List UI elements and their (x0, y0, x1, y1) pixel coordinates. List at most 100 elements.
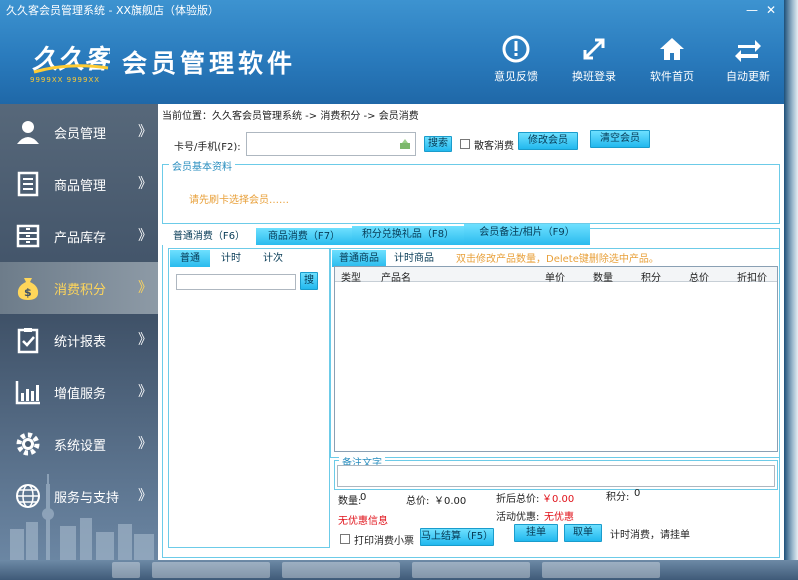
total-label: 总价: (406, 496, 430, 507)
chevron-right-icon: 》 (138, 332, 152, 348)
money-bag-icon: $ (17, 278, 39, 300)
qty-value: 0 (360, 492, 367, 503)
tab-points-gift[interactable]: 积分兑换礼品（F8） (352, 226, 464, 245)
chevron-right-icon: 》 (138, 488, 152, 504)
taskbar-item[interactable] (282, 562, 400, 578)
subtab-count[interactable]: 计次 (252, 250, 294, 267)
left-search-input[interactable] (176, 274, 296, 290)
col-quantity[interactable]: 数量 (593, 269, 613, 284)
taskbar-item[interactable] (542, 562, 660, 578)
chevron-right-icon: 》 (138, 228, 152, 244)
taskbar (0, 560, 798, 580)
sidebar-label-goods: 商品管理 (54, 179, 107, 194)
sidebar-item-goods[interactable]: 商品管理 》 (0, 158, 158, 210)
print-receipt-checkbox[interactable] (340, 534, 350, 544)
chevron-right-icon: 》 (138, 280, 152, 296)
edit-member-button[interactable]: 修改会员 (518, 132, 578, 150)
hang-order-button[interactable]: 挂单 (514, 524, 558, 542)
points-value: 0 (634, 488, 641, 499)
chart-icon (15, 381, 40, 405)
close-button[interactable]: ✕ (766, 3, 776, 17)
svg-text:$: $ (24, 286, 32, 299)
taskbar-item[interactable] (112, 562, 140, 578)
member-group-title: 会员基本资料 (169, 158, 235, 173)
col-points[interactable]: 积分 (641, 269, 661, 284)
switch-shift-icon (583, 38, 605, 60)
sidebar-label-settings: 系统设置 (54, 439, 107, 454)
col-discount-price[interactable]: 折扣价 (737, 269, 767, 284)
hang-note: 计时消费，请挂单 (610, 530, 690, 541)
sidebar-label-value-added: 增值服务 (54, 387, 107, 402)
guest-checkbox[interactable] (460, 139, 470, 149)
sidebar-item-settings[interactable]: 系统设置 》 (0, 418, 158, 470)
minimize-button[interactable]: — (746, 3, 758, 17)
sidebar-item-support[interactable]: 服务与支持 》 (0, 470, 158, 522)
card-input[interactable] (246, 132, 416, 156)
remark-input[interactable] (337, 465, 775, 487)
subtab-timed-goods[interactable]: 计时商品 (386, 250, 442, 267)
taskbar-item[interactable] (152, 562, 270, 578)
chevron-right-icon: 》 (138, 176, 152, 192)
feedback-icon (502, 35, 530, 63)
card-reader-icon (400, 139, 410, 149)
sidebar-item-member[interactable]: 会员管理 》 (0, 106, 158, 158)
inventory-icon (16, 224, 40, 248)
sidebar-label-member: 会员管理 (54, 127, 107, 142)
sidebar-item-inventory[interactable]: 产品库存 》 (0, 210, 158, 262)
update-label: 自动更新 (726, 70, 770, 83)
tab-normal[interactable]: 普通消费（F6） (162, 228, 256, 245)
logo-subtext: 9999XX 9999XX (30, 76, 101, 84)
feedback-button[interactable]: 意见反馈 (486, 34, 546, 84)
sidebar-item-consumption[interactable]: $ 消费积分 》 (0, 262, 158, 314)
home-label: 软件首页 (650, 70, 694, 83)
take-order-button[interactable]: 取单 (564, 524, 602, 542)
chevron-right-icon: 》 (138, 384, 152, 400)
member-info-group: 会员基本资料 请先刷卡选择会员…… (162, 158, 780, 224)
sidebar-item-value-added[interactable]: 增值服务 》 (0, 366, 158, 418)
sidebar-label-support: 服务与支持 (54, 491, 120, 506)
background-edge (784, 0, 798, 560)
total-value: ￥0.00 (434, 496, 467, 507)
sidebar-item-reports[interactable]: 统计报表 》 (0, 314, 158, 366)
search-button[interactable]: 搜索 (424, 136, 452, 152)
report-icon (17, 328, 39, 354)
update-icon (735, 40, 761, 62)
subtab-normal[interactable]: 普通 (170, 250, 210, 267)
activity-value: 无优惠 (544, 512, 574, 523)
subtab-timed[interactable]: 计时 (210, 250, 252, 267)
sidebar: 会员管理 》 商品管理 》 产品库存 》 $ 消费积分 》 统计报表 》 增值服… (0, 104, 158, 560)
update-button[interactable]: 自动更新 (718, 34, 778, 84)
col-type[interactable]: 类型 (341, 269, 361, 284)
discounted-label: 折后总价: (496, 494, 540, 505)
col-product-name[interactable]: 产品名 (381, 269, 411, 284)
globe-icon (16, 484, 40, 508)
col-unit-price[interactable]: 单价 (545, 269, 565, 284)
left-search-button[interactable]: 搜 (300, 272, 318, 290)
tab-goods[interactable]: 商品消费（F7） (256, 228, 352, 245)
discounted-value: ￥0.00 (542, 494, 575, 505)
home-icon (660, 38, 684, 60)
sidebar-label-reports: 统计报表 (54, 335, 107, 350)
product-table[interactable]: 类型 产品名 单价 数量 积分 总价 折扣价 (334, 266, 778, 452)
chevron-right-icon: 》 (138, 124, 152, 140)
member-hint: 请先刷卡选择会员…… (189, 195, 289, 206)
switch-shift-button[interactable]: 换班登录 (564, 34, 624, 84)
main-panel: 当前位置：久久客会员管理系统 -> 消费积分 -> 会员消费 卡号/手机(F2)… (158, 104, 784, 560)
points-label: 积分: (606, 492, 630, 503)
window-title: 久久客会员管理系统 - XX旗舰店（体验版） (6, 4, 220, 17)
sidebar-label-consumption: 消费积分 (54, 283, 107, 298)
qty-label: 数量: (338, 496, 362, 507)
home-button[interactable]: 软件首页 (642, 34, 702, 84)
checkout-button[interactable]: 马上结算（F5） (420, 528, 494, 546)
subtab-normal-goods[interactable]: 普通商品 (332, 250, 386, 267)
chevron-right-icon: 》 (138, 436, 152, 452)
tab-member-notes[interactable]: 会员备注/相片（F9） (464, 224, 590, 245)
taskbar-item[interactable] (412, 562, 530, 578)
app-window: 久久客会员管理系统 - XX旗舰店（体验版） — ✕ 久久客 9999XX 99… (0, 0, 784, 560)
col-total[interactable]: 总价 (689, 269, 709, 284)
sidebar-label-inventory: 产品库存 (54, 231, 107, 246)
left-subpanel (168, 248, 330, 548)
app-title: 会员管理软件 (122, 49, 297, 78)
clear-member-button[interactable]: 清空会员 (590, 130, 650, 148)
goods-icon (17, 171, 39, 197)
